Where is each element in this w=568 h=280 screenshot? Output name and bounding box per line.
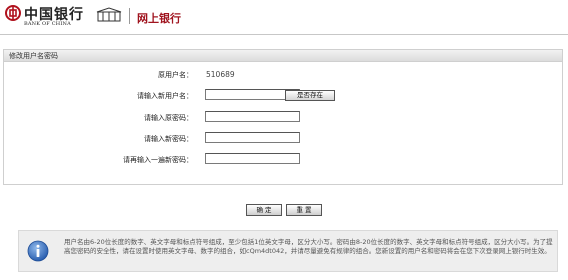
header-underline: [0, 34, 568, 35]
confirm-button[interactable]: 确 定: [246, 204, 282, 216]
new-password-label: 请输入新密码：: [144, 135, 193, 143]
old-password-input[interactable]: [205, 111, 300, 122]
old-username-value: 510689: [206, 70, 235, 79]
info-icon: [27, 240, 49, 262]
old-username-label: 原用户名：: [158, 71, 193, 79]
reset-button[interactable]: 重 置: [286, 204, 322, 216]
confirm-password-label: 请再输入一遍新密码：: [123, 156, 193, 164]
confirm-password-input[interactable]: [205, 153, 300, 164]
page-title: 网上银行: [137, 12, 181, 25]
bank-of-china-logo-icon: [5, 5, 21, 21]
panel-header: 修改用户名密码: [4, 50, 562, 62]
old-password-label: 请输入原密码：: [144, 114, 193, 122]
header-divider: [129, 8, 130, 24]
notice-text: 用户名由6-20位长度的数字、英文字母和标点符号组成，至少包括1位英文字母，区分…: [64, 238, 553, 255]
change-credentials-panel: 修改用户名密码 原用户名： 510689 请输入新用户名： 请输入原密码： 请输…: [3, 49, 563, 185]
header: 中国银行 BANK OF CHINA 网上银行: [0, 0, 568, 32]
panel-title: 修改用户名密码: [9, 52, 58, 60]
new-password-input[interactable]: [205, 132, 300, 143]
building-logo-icon: [96, 7, 122, 22]
bank-name-english: BANK OF CHINA: [24, 21, 71, 27]
new-username-label: 请输入新用户名：: [137, 92, 193, 100]
notice-box: 用户名由6-20位长度的数字、英文字母和标点符号组成，至少包括1位英文字母，区分…: [18, 230, 558, 272]
check-username-button[interactable]: 是否存在: [285, 90, 335, 101]
